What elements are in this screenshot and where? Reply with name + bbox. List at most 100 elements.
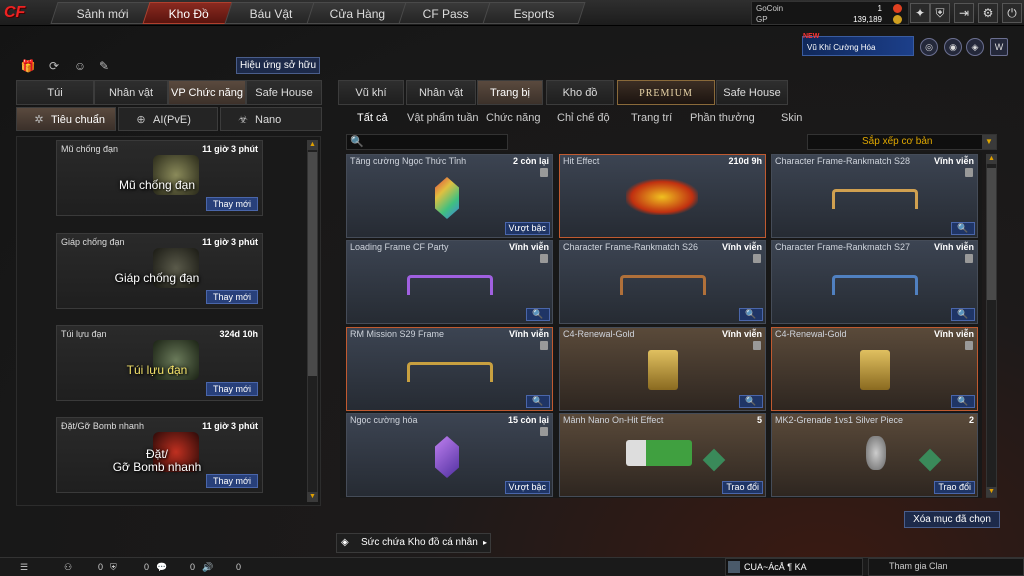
tab-premium[interactable]: PREMIUM xyxy=(617,80,715,105)
item-card-nano-piece[interactable]: Mảnh Nano On-Hit Effect 5 Trao đổi xyxy=(559,413,766,497)
trash-icon[interactable] xyxy=(753,341,761,350)
upgrade-button[interactable]: Vượt bậc xyxy=(504,222,550,235)
gift-icon[interactable]: 🎁 xyxy=(20,58,36,74)
trash-icon[interactable] xyxy=(965,254,973,263)
item-card-hit-effect[interactable]: Hit Effect 210d 9h xyxy=(559,154,766,238)
exit-icon[interactable]: ⇥ xyxy=(954,3,974,23)
magnify-button[interactable]: 🔍 xyxy=(951,395,975,408)
party-icon[interactable]: ⚇ xyxy=(64,560,72,574)
join-clan-button[interactable]: Tham gia Clan xyxy=(868,558,1024,576)
slot-armor[interactable]: Giáp chống đạn 11 giờ 3 phút Giáp chống … xyxy=(56,233,263,309)
scroll-up-arrow-icon[interactable]: ▲ xyxy=(307,140,318,150)
trash-icon[interactable] xyxy=(540,341,548,350)
trash-icon[interactable] xyxy=(540,254,548,263)
friends-icon[interactable]: ✦ xyxy=(910,3,930,23)
magnify-button[interactable]: 🔍 xyxy=(951,308,975,321)
subtab-rewards[interactable]: Phần thưởng xyxy=(690,110,755,126)
item-card-rm-mission-s29[interactable]: RM Mission S29 Frame Vĩnh viễn 🔍 xyxy=(346,327,553,411)
subtab-skin[interactable]: Skin xyxy=(781,110,802,126)
scroll-down-arrow-icon[interactable]: ▼ xyxy=(307,492,318,502)
item-card-rankmatch-s26[interactable]: Character Frame-Rankmatch S26 Vĩnh viễn … xyxy=(559,240,766,324)
trash-icon[interactable] xyxy=(540,168,548,177)
item-card-awaken-gem[interactable]: Tăng cường Ngọc Thức Tỉnh 2 còn lại Vượt… xyxy=(346,154,553,238)
trash-icon[interactable] xyxy=(540,427,548,436)
replace-button[interactable]: Thay mới xyxy=(206,382,258,396)
exchange-button[interactable]: Trao đổi xyxy=(934,481,975,494)
trash-icon[interactable] xyxy=(753,254,761,263)
tab-function-items[interactable]: VP Chức năng xyxy=(168,80,246,105)
tab-safe-house-right[interactable]: Safe House xyxy=(716,80,788,105)
speaker-icon[interactable]: 🔊 xyxy=(202,560,213,574)
item-card-mk2-grenade[interactable]: MK2-Grenade 1vs1 Silver Piece 2 Trao đổi xyxy=(771,413,978,497)
replace-button[interactable]: Thay mới xyxy=(206,474,258,488)
slot-grenade-bag[interactable]: Túi lựu đạn 324d 10h Túi lựu đạn Thay mớ… xyxy=(56,325,263,401)
trash-icon[interactable] xyxy=(965,168,973,177)
menu-icon[interactable]: ☰ xyxy=(20,560,28,574)
mode-standard[interactable]: ✲ Tiêu chuẩn xyxy=(16,107,116,131)
left-scroll-thumb[interactable] xyxy=(308,152,317,376)
owned-effects-button[interactable]: Hiệu ứng sở hữu xyxy=(236,57,320,74)
nav-tab-treasure[interactable]: Báu Vật xyxy=(224,2,318,24)
clan-icon[interactable]: ⛨ xyxy=(110,560,117,574)
shield-icon[interactable]: ⛨ xyxy=(930,3,950,23)
tab-character[interactable]: Nhân vật xyxy=(94,80,168,105)
weapon-upgrade-banner[interactable]: NEW Vũ Khí Cường Hóa xyxy=(802,33,914,56)
magnify-button[interactable]: 🔍 xyxy=(526,308,550,321)
subtab-weekly[interactable]: Vật phẩm tuần xyxy=(407,110,479,126)
replace-button[interactable]: Thay mới xyxy=(206,197,258,211)
scroll-up-arrow-icon[interactable]: ▲ xyxy=(986,154,997,164)
nav-tab-shop[interactable]: Cửa Hàng xyxy=(306,2,410,24)
exchange-button[interactable]: Trao đổi xyxy=(722,481,763,494)
event-icon[interactable]: ◉ xyxy=(944,38,962,56)
magnify-button[interactable]: 🔍 xyxy=(739,395,763,408)
tab-equipment[interactable]: Trang bị xyxy=(477,80,543,105)
subtab-all[interactable]: Tất cả xyxy=(357,110,388,126)
mission-icon[interactable]: ◈ xyxy=(966,38,984,56)
item-card-upgrade-gem[interactable]: Ngọc cường hóa 15 còn lại Vượt bậc xyxy=(346,413,553,497)
tab-weapons[interactable]: Vũ khí xyxy=(338,80,404,105)
gear-icon[interactable]: ⚙ xyxy=(978,3,998,23)
sort-dropdown[interactable]: Sắp xếp cơ bản ▼ xyxy=(807,134,997,150)
magnify-button[interactable]: 🔍 xyxy=(951,222,975,235)
subtab-function[interactable]: Chức năng xyxy=(486,110,540,126)
search-box[interactable]: 🔍 xyxy=(346,134,508,150)
vip-icon[interactable]: W xyxy=(990,38,1008,56)
nav-tab-esports[interactable]: Esports xyxy=(482,2,586,24)
tab-safe-house[interactable]: Safe House xyxy=(246,80,322,105)
clan-name-box[interactable]: CUA~ÁcÅ ¶ KA xyxy=(725,558,863,576)
mode-nano[interactable]: ☣ Nano xyxy=(220,107,322,131)
rank-icon[interactable]: ◎ xyxy=(920,38,938,56)
banner-label: Vũ Khí Cường Hóa xyxy=(807,43,876,52)
slot-helmet[interactable]: Mũ chống đạn 11 giờ 3 phút Mũ chống đạn … xyxy=(56,140,263,216)
tab-characters[interactable]: Nhân vật xyxy=(406,80,476,105)
slot-quick-bomb[interactable]: Đặt/Gỡ Bomb nhanh 11 giờ 3 phút Đặt/ Gỡ … xyxy=(56,417,263,493)
upgrade-button[interactable]: Vượt bậc xyxy=(504,481,550,494)
subtab-mode-only[interactable]: Chỉ chế độ xyxy=(557,110,610,126)
game-logo[interactable]: CF xyxy=(4,2,44,24)
item-card-loading-frame[interactable]: Loading Frame CF Party Vĩnh viễn 🔍 xyxy=(346,240,553,324)
subtab-decoration[interactable]: Trang trí xyxy=(631,110,672,126)
nav-tab-inventory[interactable]: Kho Đồ xyxy=(142,2,236,24)
tab-bag[interactable]: Túi xyxy=(16,80,94,105)
item-card-rankmatch-s27[interactable]: Character Frame-Rankmatch S27 Vĩnh viễn … xyxy=(771,240,978,324)
character-icon[interactable]: ☺ xyxy=(72,58,88,74)
power-icon[interactable]: ⏻ xyxy=(1002,3,1022,23)
storage-capacity-button[interactable]: ◈ Sức chứa Kho đồ cá nhân ▸ xyxy=(336,533,491,553)
nav-tab-lobby[interactable]: Sảnh mới xyxy=(50,2,156,24)
grid-scroll-thumb[interactable] xyxy=(987,168,996,300)
item-card-rankmatch-s28[interactable]: Character Frame-Rankmatch S28 Vĩnh viễn … xyxy=(771,154,978,238)
item-card-c4-gold[interactable]: C4-Renewal-Gold Vĩnh viễn 🔍 xyxy=(559,327,766,411)
chat-icon[interactable]: 💬 xyxy=(156,560,167,574)
magnify-button[interactable]: 🔍 xyxy=(739,308,763,321)
item-card-c4-gold-2[interactable]: C4-Renewal-Gold Vĩnh viễn 🔍 xyxy=(771,327,978,411)
replace-button[interactable]: Thay mới xyxy=(206,290,258,304)
trash-icon[interactable] xyxy=(965,341,973,350)
refresh-icon[interactable]: ⟳ xyxy=(46,58,62,74)
nav-tab-cfpass[interactable]: CF Pass xyxy=(398,2,494,24)
clear-selected-button[interactable]: Xóa mục đã chọn xyxy=(904,511,1000,528)
scroll-down-arrow-icon[interactable]: ▼ xyxy=(986,487,997,497)
magnify-button[interactable]: 🔍 xyxy=(526,395,550,408)
paint-icon[interactable]: ✎ xyxy=(96,58,112,74)
tab-storage[interactable]: Kho đồ xyxy=(546,80,614,105)
mode-ai-pve[interactable]: ⊕ AI(PvE) xyxy=(118,107,218,131)
